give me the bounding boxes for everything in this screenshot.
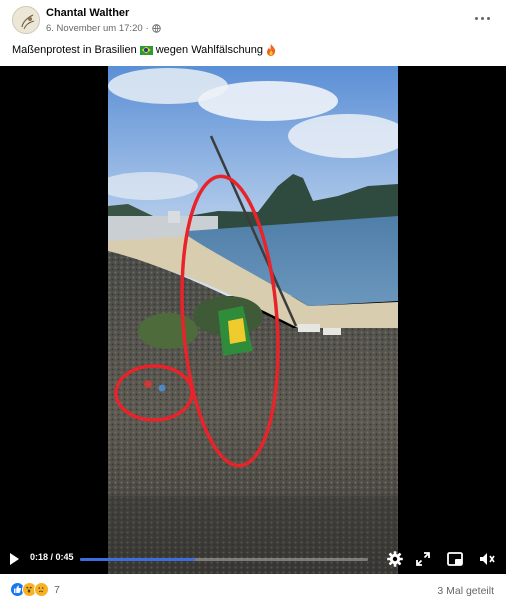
caption-text: Maßenprotest in Brasilien (12, 44, 137, 56)
miniplayer-icon[interactable] (446, 550, 464, 568)
post-header: Chantal Walther 6. November um 17:20 · (0, 0, 506, 40)
reaction-count[interactable]: 7 (54, 584, 60, 596)
post-footer: 7 3 Mal geteilt (0, 578, 506, 603)
post-caption: Maßenprotest in Brasilien wegen Wahlfäls… (12, 44, 276, 56)
fire-icon (266, 44, 276, 56)
author-name[interactable]: Chantal Walther (46, 7, 129, 19)
settings-icon[interactable] (386, 550, 404, 568)
share-count[interactable]: 3 Mal geteilt (437, 585, 494, 597)
sad-icon (34, 582, 49, 597)
avatar[interactable] (12, 6, 40, 34)
video-controls: 0:18 / 0:45 (0, 544, 506, 574)
post-meta: 6. November um 17:20 · (46, 23, 161, 34)
brazil-flag-icon (139, 45, 153, 55)
post-date[interactable]: 6. November um 17:20 (46, 23, 143, 34)
video-frame (108, 66, 398, 574)
globe-icon (152, 24, 161, 33)
video-progress-fill (80, 558, 196, 561)
video-progress-bar[interactable] (80, 558, 368, 561)
reactions-summary[interactable]: 7 (10, 582, 60, 597)
play-icon[interactable] (10, 553, 19, 565)
volume-icon[interactable] (478, 550, 496, 568)
video-time: 0:18 / 0:45 (30, 552, 74, 562)
fullscreen-icon[interactable] (414, 550, 432, 568)
more-options-icon[interactable] (470, 10, 494, 26)
caption-text-2: wegen Wahlfälschung (155, 44, 263, 56)
video-player[interactable]: 0:18 / 0:45 (0, 66, 506, 574)
